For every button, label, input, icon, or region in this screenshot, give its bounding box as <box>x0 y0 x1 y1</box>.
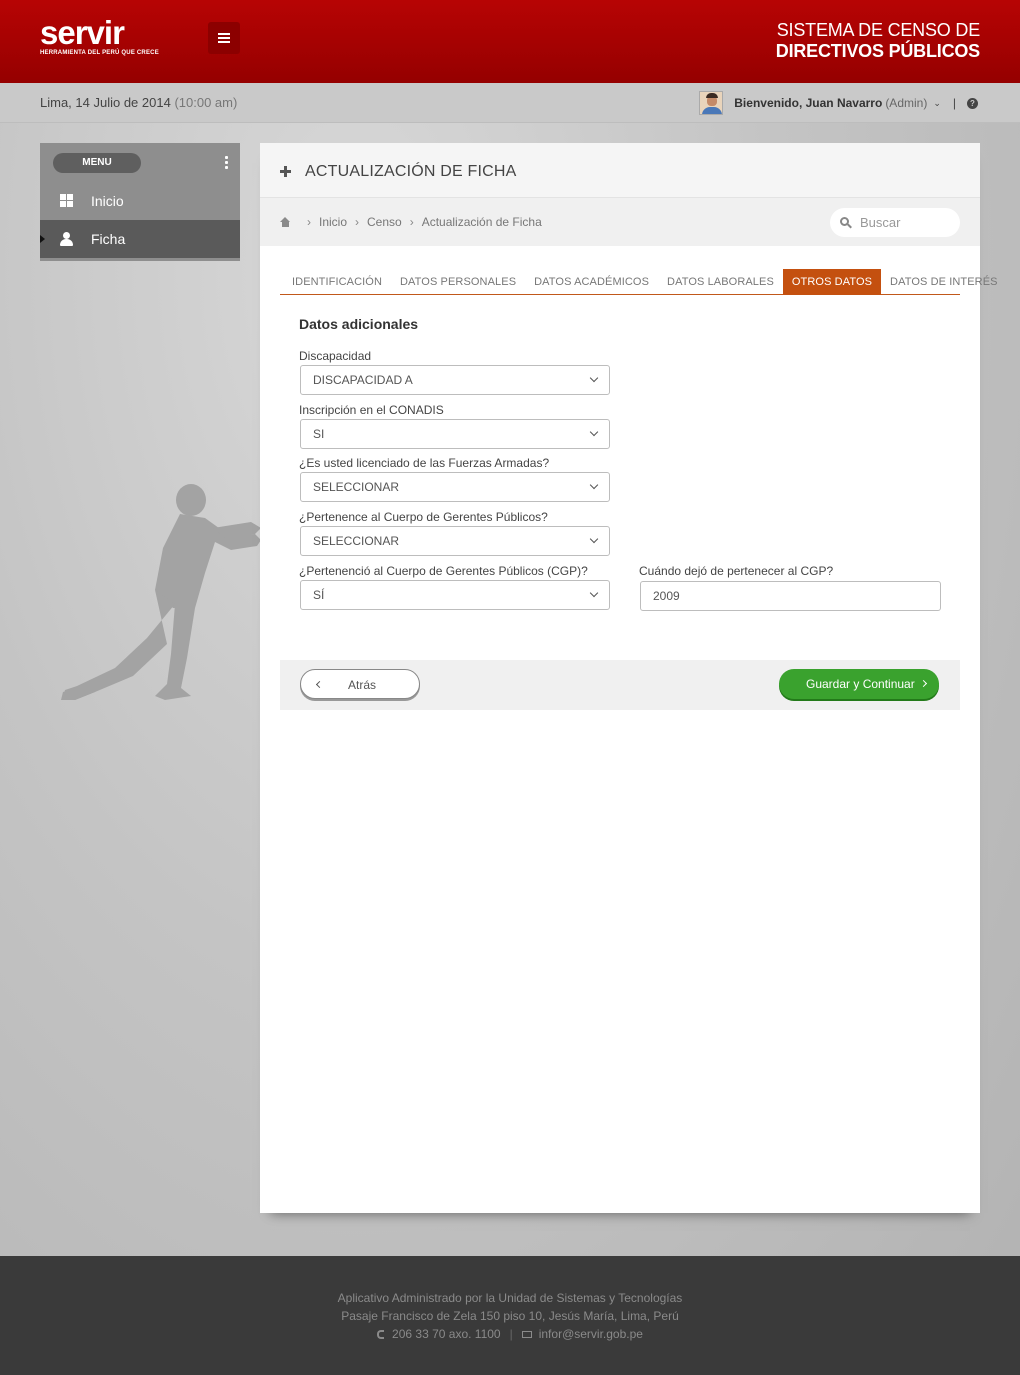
chevron-down-icon <box>589 480 599 490</box>
pertenecio-cgp-label: ¿Pertenenció al Cuerpo de Gerentes Públi… <box>299 564 588 578</box>
footer-address: Pasaje Francisco de Zela 150 piso 10, Je… <box>341 1309 679 1323</box>
tab-datos-de-interes[interactable]: DATOS DE INTERÉS <box>881 269 1007 295</box>
windows-icon <box>60 194 74 208</box>
page-footer: Aplicativo Administrado por la Unidad de… <box>0 1256 1020 1375</box>
system-title: SISTEMA DE CENSO DE DIRECTIVOS PÚBLICOS <box>776 20 980 62</box>
chevron-right-icon <box>919 679 928 688</box>
select-value: SELECCIONAR <box>313 534 400 548</box>
sidebar-menu: MENU Inicio Ficha <box>40 143 240 261</box>
chevron-right-icon: › <box>355 215 360 229</box>
system-title-line2: DIRECTIVOS PÚBLICOS <box>775 41 980 61</box>
phone-icon <box>377 1329 385 1339</box>
tab-datos-personales[interactable]: DATOS PERSONALES <box>391 269 525 295</box>
mail-icon <box>521 1330 532 1338</box>
logo-tagline: HERRAMIENTA DEL PERÚ QUE CRECE <box>40 50 159 56</box>
welcome-text[interactable]: Bienvenido, Juan Navarro <box>734 96 882 110</box>
select-value: SELECCIONAR <box>313 480 400 494</box>
breadcrumb-item-inicio[interactable]: Inicio <box>319 215 347 229</box>
cgp-end-label: Cuándo dejó de pertenecer al CGP? <box>639 564 834 578</box>
page-title: ACTUALIZACIÓN DE FICHA <box>305 163 517 180</box>
divider: | <box>952 96 956 110</box>
time-text: (10:00 am) <box>174 95 238 110</box>
footer-contact: 206 33 70 axo. 1100 | infor@servir.gob.p… <box>0 1327 1020 1341</box>
chevron-right-icon: › <box>307 215 311 229</box>
chevron-left-icon <box>315 680 324 689</box>
user-menu[interactable]: Bienvenido, Juan Navarro (Admin) ⌄ | ? <box>699 91 978 115</box>
form-tabs: IDENTIFICACIÓN DATOS PERSONALES DATOS AC… <box>280 269 997 295</box>
chevron-right-icon: › <box>409 215 414 229</box>
tab-otros-datos[interactable]: OTROS DATOS <box>782 269 882 295</box>
back-button-label: Atrás <box>348 678 377 692</box>
sidebar-item-ficha[interactable]: Ficha <box>40 220 240 258</box>
menu-label: MENU <box>53 153 141 173</box>
footer-phone: 206 33 70 axo. 1100 <box>392 1327 501 1341</box>
chevron-down-icon <box>589 427 599 437</box>
sidebar-item-label: Inicio <box>91 193 124 209</box>
back-button[interactable]: Atrás <box>300 669 420 699</box>
menu-toggle-button[interactable] <box>208 22 240 54</box>
user-icon <box>60 232 74 246</box>
active-indicator <box>40 235 45 243</box>
save-button-label: Guardar y Continuar <box>806 677 915 691</box>
pushing-man-illustration <box>61 484 261 700</box>
pertenece-cgp-select[interactable]: SELECCIONAR <box>300 526 610 556</box>
breadcrumb: › Inicio › Censo › Actualización de Fich… <box>280 215 542 229</box>
user-role[interactable]: (Admin) <box>885 96 927 110</box>
date-text: Lima, 14 Julio de 2014 <box>40 95 171 110</box>
sidebar-item-label: Ficha <box>91 231 126 247</box>
select-value: SI <box>313 427 325 441</box>
plus-icon <box>280 166 291 177</box>
pertenece-cgp-label: ¿Pertenence al Cuerpo de Gerentes Públic… <box>299 510 548 524</box>
kebab-menu-icon[interactable] <box>225 156 228 171</box>
form-actions: Atrás Guardar y Continuar <box>280 660 960 710</box>
chevron-down-icon <box>589 373 599 383</box>
save-continue-button[interactable]: Guardar y Continuar <box>779 669 939 699</box>
current-date: Lima, 14 Julio de 2014 (10:00 am) <box>40 95 237 110</box>
fuerzas-armadas-select[interactable]: SELECCIONAR <box>300 472 610 502</box>
panel-header: ACTUALIZACIÓN DE FICHA <box>260 143 980 198</box>
servir-logo[interactable]: servir HERRAMIENTA DEL PERÚ QUE CRECE <box>40 16 159 56</box>
cgp-end-year-input[interactable] <box>640 581 941 611</box>
fuerzas-armadas-label: ¿Es usted licenciado de las Fuerzas Arma… <box>299 456 550 470</box>
search-icon[interactable] <box>840 217 852 229</box>
footer-line1: Aplicativo Administrado por la Unidad de… <box>337 1291 683 1305</box>
help-icon[interactable]: ? <box>967 97 978 109</box>
hamburger-icon <box>218 33 230 43</box>
breadcrumb-item-current: Actualización de Ficha <box>421 215 542 229</box>
select-value: DISCAPACIDAD A <box>313 373 413 387</box>
tab-identificacion[interactable]: IDENTIFICACIÓN <box>280 269 391 295</box>
section-title: Datos adicionales <box>299 316 419 332</box>
breadcrumb-item-censo[interactable]: Censo <box>367 215 402 229</box>
search-box[interactable] <box>830 208 960 237</box>
system-title-line1: SISTEMA DE CENSO DE <box>776 20 980 40</box>
tab-datos-academicos[interactable]: DATOS ACADÉMICOS <box>525 269 658 295</box>
sidebar-item-inicio[interactable]: Inicio <box>40 182 240 220</box>
main-panel: ACTUALIZACIÓN DE FICHA › Inicio › Censo … <box>260 143 997 1213</box>
search-input[interactable] <box>860 215 950 230</box>
logo-wordmark: servir <box>40 14 125 51</box>
select-value: SÍ <box>313 588 325 602</box>
chevron-down-icon[interactable]: ⌄ <box>933 98 941 109</box>
discapacidad-label: Discapacidad <box>299 349 372 363</box>
conadis-label: Inscripción en el CONADIS <box>299 403 444 417</box>
home-icon[interactable] <box>280 217 291 227</box>
breadcrumb-bar: › Inicio › Censo › Actualización de Fich… <box>260 198 980 246</box>
footer-email[interactable]: infor@servir.gob.pe <box>539 1327 643 1341</box>
conadis-select[interactable]: SI <box>300 419 610 449</box>
avatar[interactable] <box>699 91 724 115</box>
tab-datos-laborales[interactable]: DATOS LABORALES <box>658 269 783 295</box>
sub-header: Lima, 14 Julio de 2014 (10:00 am) Bienve… <box>0 83 1020 123</box>
chevron-down-icon <box>589 534 599 544</box>
pertenecio-cgp-select[interactable]: SÍ <box>300 580 610 610</box>
top-header: servir HERRAMIENTA DEL PERÚ QUE CRECE SI… <box>0 0 1020 83</box>
divider: | <box>509 1327 513 1341</box>
discapacidad-select[interactable]: DISCAPACIDAD A <box>300 365 610 395</box>
chevron-down-icon <box>589 588 599 598</box>
